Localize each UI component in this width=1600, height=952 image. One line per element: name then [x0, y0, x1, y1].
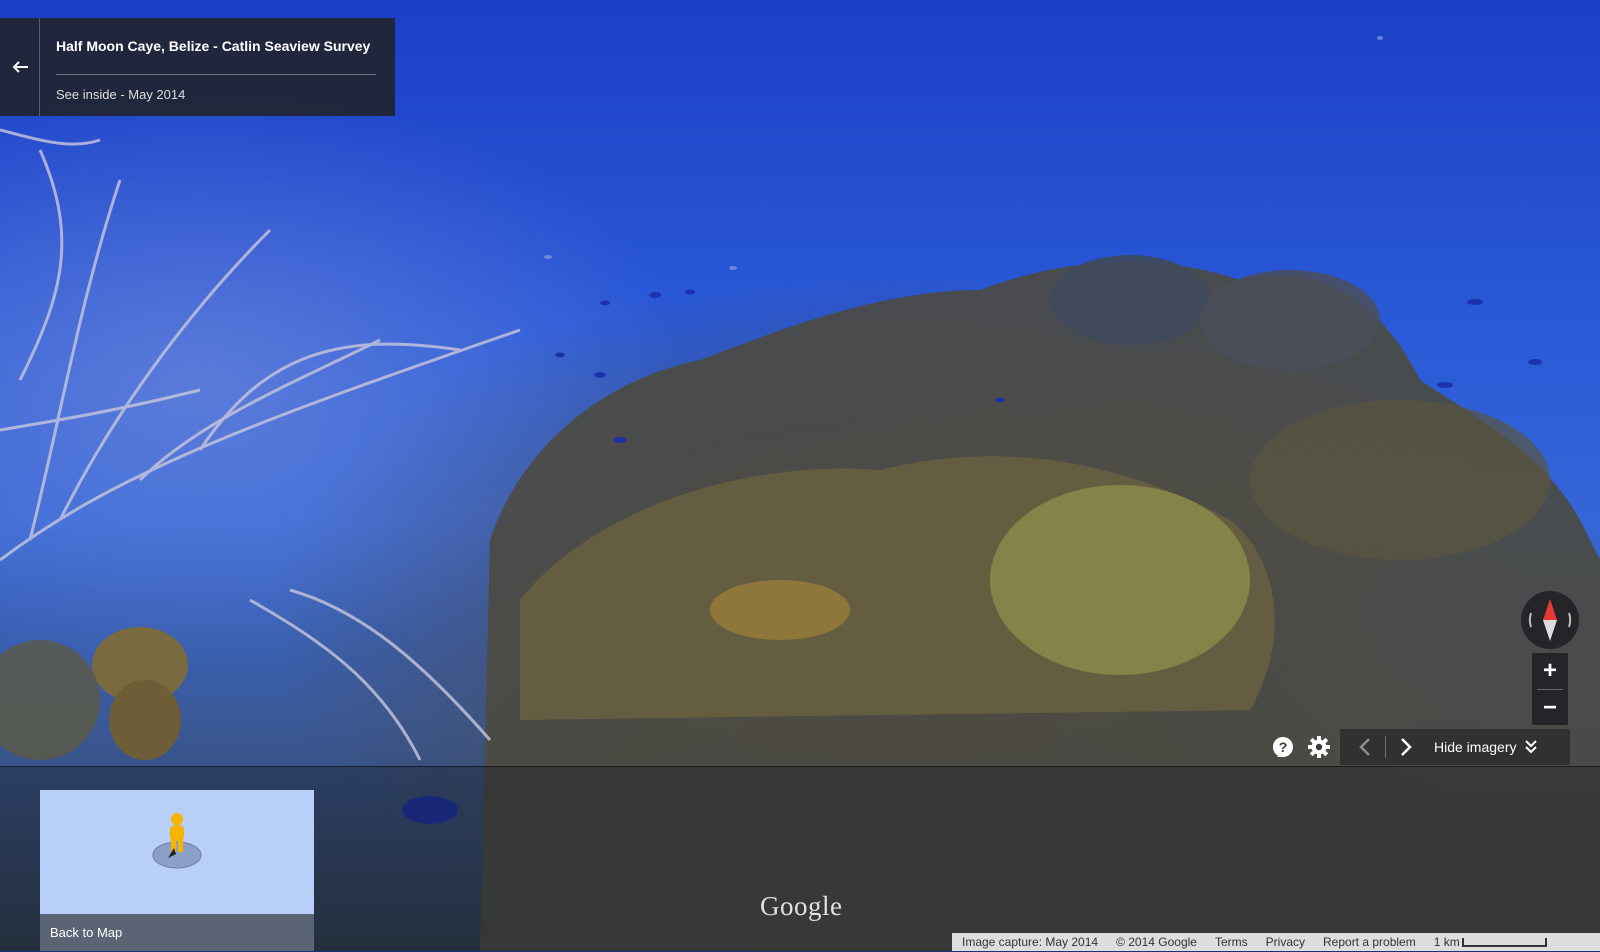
svg-text:?: ? [1279, 739, 1288, 755]
see-inside-date: See inside - May 2014 [56, 87, 186, 102]
compass-control[interactable] [1521, 591, 1579, 649]
back-arrow-icon [12, 61, 28, 73]
image-capture-date: Image capture: May 2014 [962, 935, 1099, 949]
next-image-button[interactable] [1386, 729, 1426, 765]
pegman-icon [152, 813, 202, 869]
place-info-card: Half Moon Caye, Belize - Catlin Seaview … [0, 18, 395, 116]
back-to-map-minimap[interactable]: Back to Map [40, 790, 314, 951]
double-chevron-down-icon [1525, 740, 1538, 754]
privacy-link[interactable]: Privacy [1266, 935, 1305, 949]
back-button[interactable] [0, 18, 40, 116]
scale-bar[interactable] [1461, 936, 1548, 948]
previous-image-button[interactable] [1345, 729, 1385, 765]
place-title: Half Moon Caye, Belize - Catlin Seaview … [56, 38, 371, 54]
zoom-in-button[interactable]: + [1532, 653, 1568, 689]
imagery-toolbar: ? Hide imagery [1265, 729, 1570, 765]
google-watermark: Google [760, 891, 843, 921]
hide-imagery-label: Hide imagery [1434, 739, 1517, 755]
back-to-map-label[interactable]: Back to Map [40, 914, 314, 951]
settings-button[interactable] [1301, 729, 1337, 765]
zoom-out-button[interactable]: − [1532, 690, 1568, 726]
copyright-text: © 2014 Google [1116, 935, 1197, 949]
chevron-left-icon [1359, 738, 1370, 756]
compass-icon [1528, 599, 1572, 641]
map-footer: Image capture: May 2014 © 2014 Google Te… [952, 933, 1600, 951]
zoom-control: + − [1532, 653, 1568, 725]
chevron-right-icon [1401, 738, 1412, 756]
gear-icon [1308, 736, 1330, 758]
help-icon: ? [1273, 737, 1293, 757]
terms-link[interactable]: Terms [1215, 935, 1248, 949]
hide-imagery-button[interactable]: Hide imagery [1426, 729, 1538, 765]
minimap-view[interactable] [40, 790, 314, 914]
card-divider [56, 74, 376, 75]
scale-label[interactable]: 1 km [1434, 935, 1460, 949]
report-problem-link[interactable]: Report a problem [1323, 935, 1416, 949]
help-button[interactable]: ? [1265, 729, 1301, 765]
